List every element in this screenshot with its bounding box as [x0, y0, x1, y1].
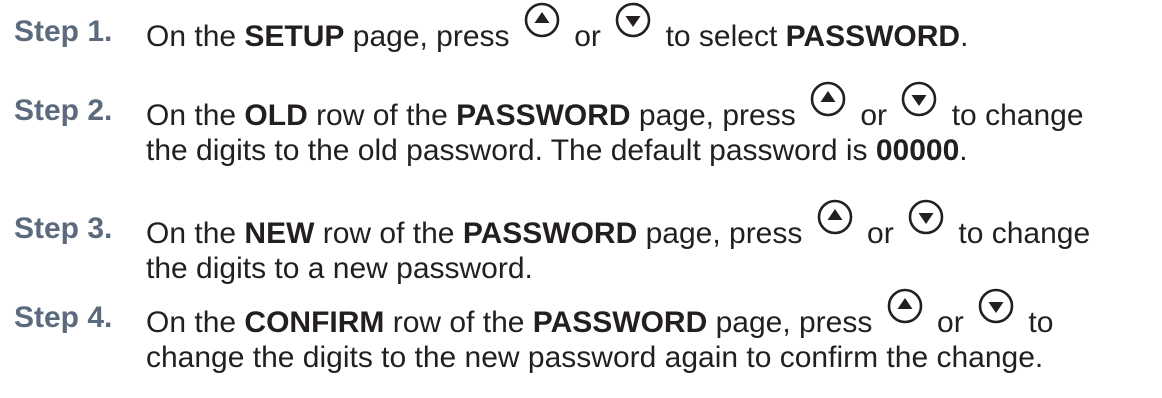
step-line: change the digits to the new password ag…: [146, 338, 1156, 378]
text-run: row of the: [384, 306, 533, 339]
up-arrow-button-icon: [887, 288, 923, 334]
text-run: page, press: [630, 99, 805, 132]
bold-term: OLD: [244, 99, 308, 132]
step-line: the digits to the old password. The defa…: [146, 131, 1156, 171]
text-run: the digits to the old password. The defa…: [146, 134, 876, 167]
text-run: On the: [146, 306, 245, 339]
step-line: On the NEW row of the PASSWORD page, pre…: [146, 199, 1156, 250]
text-run: row of the: [314, 217, 463, 250]
step-line: On the CONFIRM row of the PASSWORD page,…: [146, 288, 1156, 339]
text-run: or: [928, 306, 973, 339]
step-label: Step 3.: [14, 212, 113, 245]
step-line: On the OLD row of the PASSWORD page, pre…: [146, 81, 1156, 132]
down-arrow-button-icon: [978, 288, 1014, 334]
text-run: row of the: [307, 99, 457, 132]
step-line: the digits to a new password.: [146, 249, 1156, 289]
text-run: to select: [657, 20, 786, 53]
text-run: or: [852, 99, 896, 132]
step-line: On the SETUP page, press or to select PA…: [146, 2, 1156, 53]
text-run: page, press: [707, 306, 881, 339]
bold-term: SETUP: [244, 20, 345, 53]
text-run: .: [959, 134, 968, 167]
text-run: or: [565, 20, 610, 53]
step-label: Step 1.: [14, 15, 113, 48]
text-run: to change: [950, 217, 1091, 250]
bold-term: PASSWORD: [785, 20, 961, 53]
text-run: On the: [146, 217, 245, 250]
bold-term: CONFIRM: [244, 306, 385, 339]
step-label: Step 4.: [14, 301, 113, 334]
text-run: On the: [146, 20, 245, 53]
step-text: On the CONFIRM row of the PASSWORD page,…: [146, 288, 1156, 378]
bold-term: 00000: [875, 134, 960, 167]
up-arrow-button-icon: [817, 199, 853, 245]
text-run: page, press: [637, 217, 811, 250]
bold-term: PASSWORD: [462, 217, 638, 250]
down-arrow-button-icon: [908, 199, 944, 245]
bold-term: NEW: [244, 217, 315, 250]
text-run: the digits to a new password.: [146, 252, 533, 285]
bold-term: PASSWORD: [532, 306, 708, 339]
text-run: change the digits to the new password ag…: [146, 341, 1044, 374]
text-run: On the: [146, 99, 245, 132]
up-arrow-button-icon: [810, 81, 846, 127]
text-run: .: [960, 20, 969, 53]
text-run: to: [1020, 306, 1054, 339]
step-text: On the NEW row of the PASSWORD page, pre…: [146, 199, 1156, 289]
down-arrow-button-icon: [615, 2, 651, 48]
text-run: or: [858, 217, 903, 250]
down-arrow-button-icon: [901, 81, 937, 127]
text-run: page, press: [344, 20, 518, 53]
step-text: On the OLD row of the PASSWORD page, pre…: [146, 81, 1156, 171]
step-text: On the SETUP page, press or to select PA…: [146, 2, 1156, 53]
bold-term: PASSWORD: [456, 99, 631, 132]
step-label: Step 2.: [14, 94, 113, 127]
text-run: to change: [943, 99, 1084, 132]
up-arrow-button-icon: [524, 2, 560, 48]
